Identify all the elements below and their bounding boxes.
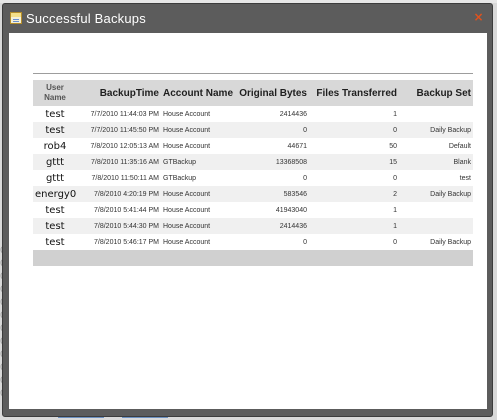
column-header-original-bytes[interactable]: Original Bytes [233,80,309,106]
window-icon [10,12,22,24]
cell-backup-time: 7/8/2010 11:50:11 AM [91,174,159,182]
column-header-files-transferred[interactable]: Files Transferred [309,80,399,106]
table-row[interactable]: test 7/8/2010 5:44:30 PM House Account 2… [33,218,473,234]
cell-backup-set: test [459,174,471,182]
cell-user-name: test [33,122,77,138]
cell-original-bytes: 2414436 [279,110,307,118]
cell-files-transferred: 15 [309,154,399,170]
cell-original-bytes: 13368508 [233,154,309,170]
cell-backup-time: 7/8/2010 4:20:19 PM [77,186,161,202]
cell-original-bytes: 0 [303,174,307,182]
cell-account-name: House Account [163,110,211,118]
table-row[interactable]: test 7/7/2010 11:44:03 PM House Account … [33,106,473,122]
cell-backup-time: 7/7/2010 11:44:03 PM [90,110,159,118]
cell-original-bytes: 0 [303,238,307,246]
cell-files-transferred: 1 [393,206,397,214]
cell-account-name: House Account [161,122,233,138]
cell-account-name: House Account [163,206,211,214]
cell-backup-set [399,202,473,218]
table-row[interactable]: test 7/7/2010 11:45:50 PM House Account … [33,122,473,138]
cell-account-name: House Account [161,186,233,202]
cell-files-transferred: 0 [393,238,397,246]
backups-table-container: User Name BackupTime Account Name Origin… [33,80,473,266]
cell-backup-set: Daily Backup [399,186,473,202]
table-row[interactable]: gttt 7/8/2010 11:35:16 AM GTBackup 13368… [33,154,473,170]
cell-backup-set: Daily Backup [399,122,473,138]
cell-backup-time: 7/8/2010 12:05:13 AM [90,142,160,150]
cell-files-transferred: 1 [309,218,399,234]
cell-user-name: gttt [45,172,65,184]
cell-backup-time: 7/8/2010 5:46:17 PM [94,238,159,246]
column-header-backup-set[interactable]: Backup Set [399,80,473,106]
table-row[interactable]: gttt 7/8/2010 11:50:11 AM GTBackup 0 0 t… [33,170,473,186]
cell-files-transferred: 0 [393,174,397,182]
table-row[interactable]: rob4 7/8/2010 12:05:13 AM House Account … [33,138,473,154]
cell-backup-time: 7/8/2010 5:41:44 PM [94,206,159,214]
cell-account-name: GTBackup [161,154,233,170]
cell-original-bytes: 41943040 [275,206,307,214]
cell-user-name: test [33,218,77,234]
cell-account-name: GTBackup [163,174,197,182]
cell-original-bytes: 0 [233,122,309,138]
cell-backup-set: Daily Backup [430,238,471,246]
divider [33,73,473,74]
cell-user-name: test [45,236,65,248]
cell-original-bytes: 2414436 [233,218,309,234]
column-header-account-name[interactable]: Account Name [161,80,233,106]
dialog-title: Successful Backups [26,10,146,26]
cell-user-name: gttt [33,154,77,170]
cell-user-name: energy06 [33,186,77,202]
cell-files-transferred: 2 [309,186,399,202]
backups-table: User Name BackupTime Account Name Origin… [33,80,473,250]
cell-original-bytes: 44671 [287,142,307,150]
cell-backup-time: 7/7/2010 11:45:50 PM [77,122,161,138]
cell-files-transferred: 50 [389,142,397,150]
table-header-row: User Name BackupTime Account Name Origin… [33,80,473,106]
cell-backup-set: Default [448,142,471,150]
table-row[interactable]: test 7/8/2010 5:41:44 PM House Account 4… [33,202,473,218]
successful-backups-dialog: Successful Backups × User Name BackupTim… [2,3,493,417]
cell-original-bytes: 583546 [233,186,309,202]
cell-files-transferred: 1 [393,110,397,118]
cell-user-name: test [45,204,65,216]
table-row[interactable]: energy06 7/8/2010 4:20:19 PM House Accou… [33,186,473,202]
dialog-title-bar[interactable]: Successful Backups × [3,4,492,32]
cell-backup-time: 7/8/2010 5:44:30 PM [77,218,161,234]
close-icon[interactable]: × [473,11,484,23]
column-header-user-name[interactable]: User Name [33,80,77,106]
cell-account-name: House Account [163,142,211,150]
cell-backup-set [399,218,473,234]
dialog-body: User Name BackupTime Account Name Origin… [9,33,487,409]
cell-backup-set [399,106,473,122]
cell-files-transferred: 0 [309,122,399,138]
column-header-backup-time[interactable]: BackupTime [77,80,161,106]
cell-user-name: test [45,108,65,120]
cell-backup-time: 7/8/2010 11:35:16 AM [77,154,161,170]
cell-user-name: rob4 [43,140,67,152]
cell-account-name: House Account [161,218,233,234]
table-footer-bar [33,250,473,266]
table-row[interactable]: test 7/8/2010 5:46:17 PM House Account 0… [33,234,473,250]
cell-account-name: House Account [163,238,211,246]
cell-backup-set: Blank [399,154,473,170]
